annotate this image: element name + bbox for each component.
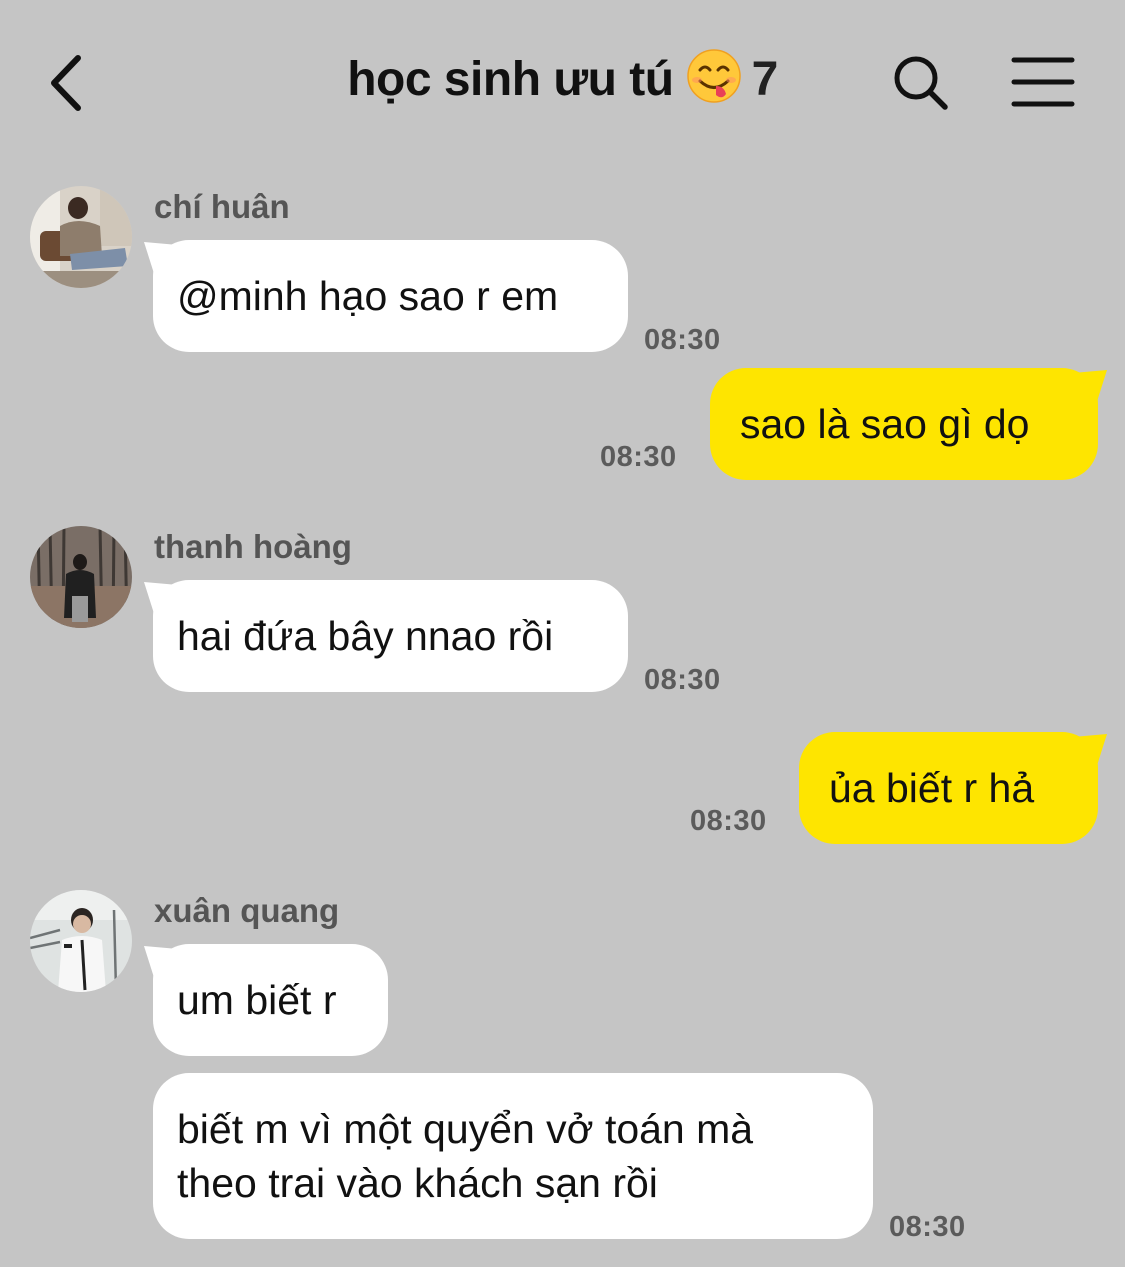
- menu-button[interactable]: [1008, 52, 1078, 112]
- message-bubble[interactable]: hai đứa bây nnao rồi: [153, 580, 628, 692]
- message-bubble[interactable]: @minh hạo sao r em: [153, 240, 628, 352]
- message-text: um biết r: [177, 977, 337, 1023]
- member-count: 7: [751, 53, 779, 106]
- message-time: 08:30: [644, 324, 721, 356]
- sender-name: chí huân: [154, 188, 290, 225]
- message-time: 08:30: [600, 441, 677, 473]
- room-name: học sinh ưu tú: [347, 53, 674, 106]
- message-text-line: biết m vì một quyển vở toán mà: [177, 1106, 754, 1152]
- message-time: 08:30: [690, 805, 767, 837]
- chat-title[interactable]: học sinh ưu tú 7: [0, 49, 1125, 110]
- message-text-line: theo trai vào khách sạn rồi: [177, 1160, 658, 1206]
- search-icon: [894, 56, 948, 110]
- message-bubble[interactable]: biết m vì một quyển vở toán mà theo trai…: [153, 1073, 873, 1239]
- avatar-xuan-quang[interactable]: [30, 890, 132, 992]
- message-text: sao là sao gì dọ: [740, 401, 1030, 447]
- avatar-thanh-hoang[interactable]: [30, 526, 132, 628]
- message-time: 08:30: [644, 664, 721, 696]
- message-text: @minh hạo sao r em: [177, 273, 559, 319]
- search-button[interactable]: [890, 52, 954, 116]
- message-time: 08:30: [889, 1211, 966, 1243]
- avatar-chi-huan[interactable]: [30, 186, 132, 288]
- face-savoring-food-emoji: [686, 48, 742, 104]
- message-text: hai đứa bây nnao rồi: [177, 613, 554, 659]
- sender-name: thanh hoàng: [154, 528, 352, 565]
- menu-icon: [1011, 57, 1075, 107]
- message-bubble-outgoing[interactable]: sao là sao gì dọ: [710, 368, 1098, 480]
- message-bubble[interactable]: um biết r: [153, 944, 388, 1056]
- chat-header: học sinh ưu tú 7: [0, 0, 1125, 170]
- sender-name: xuân quang: [154, 892, 340, 929]
- message-text: ủa biết r hả: [829, 765, 1035, 811]
- message-bubble-outgoing[interactable]: ủa biết r hả: [799, 732, 1098, 844]
